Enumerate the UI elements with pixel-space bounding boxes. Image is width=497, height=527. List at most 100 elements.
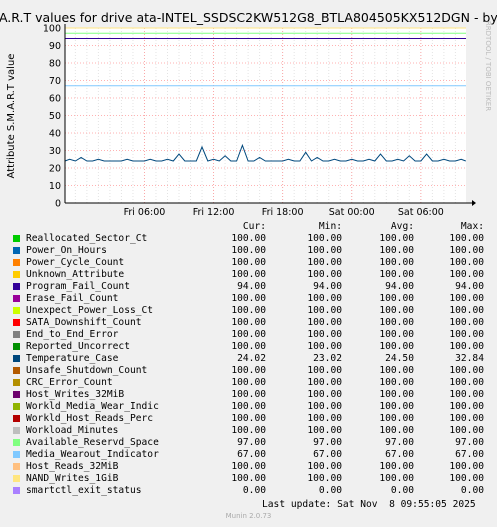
legend-name: Power_On_Hours xyxy=(26,245,107,256)
legend-min: 100.00 xyxy=(307,233,342,244)
legend-min: 100.00 xyxy=(307,413,342,424)
legend-name: Unexpect_Power_Loss_Ct xyxy=(26,305,154,316)
legend-max: 67.00 xyxy=(455,449,484,460)
legend-cur: 100.00 xyxy=(231,389,266,400)
legend-avg: 100.00 xyxy=(379,317,414,328)
legend-max: 100.00 xyxy=(449,341,484,352)
legend-max: 100.00 xyxy=(449,425,484,436)
legend-min: 100.00 xyxy=(307,377,342,388)
legend-max: 32.84 xyxy=(455,353,484,364)
legend-cur: 100.00 xyxy=(231,269,266,280)
legend-cur: 24.02 xyxy=(237,353,266,364)
legend-swatch xyxy=(13,450,20,458)
legend-avg: 97.00 xyxy=(385,437,414,448)
legend-cur: 100.00 xyxy=(231,305,266,316)
legend-swatch xyxy=(13,294,20,302)
legend-swatch xyxy=(13,366,20,374)
legend-row: CRC_Error_Count 100.00 100.00 100.00 100.00 xyxy=(10,377,484,389)
legend-max: 100.00 xyxy=(449,461,484,472)
y-tick-label: 50 xyxy=(49,111,61,122)
legend-swatch xyxy=(13,438,20,446)
legend-max: 100.00 xyxy=(449,305,484,316)
x-tick-label: Sat 00:00 xyxy=(329,207,375,215)
legend-min: 100.00 xyxy=(307,293,342,304)
legend-row: Host_Writes_32MiB 100.00 100.00 100.00 100.0… xyxy=(10,389,484,401)
legend-min: 100.00 xyxy=(307,401,342,412)
legend-swatch xyxy=(13,486,20,494)
legend-swatch xyxy=(13,342,20,350)
legend-row: Available_Reservd_Space 97.00 97.00 97.00 97… xyxy=(10,437,484,449)
legend-cur: 100.00 xyxy=(231,377,266,388)
legend-avg: 100.00 xyxy=(379,245,414,256)
legend-row: Erase_Fail_Count 100.00 100.00 100.00 100.00 xyxy=(10,293,484,305)
header-max: Max: xyxy=(460,221,484,232)
legend-max: 0.00 xyxy=(460,485,484,496)
legend-avg: 100.00 xyxy=(379,269,414,280)
legend-avg: 100.00 xyxy=(379,473,414,484)
legend-max: 100.00 xyxy=(449,329,484,340)
legend-row: Reallocated_Sector_Ct 100.00 100.00 100.00 1… xyxy=(10,233,484,245)
legend-row: Power_Cycle_Count 100.00 100.00 100.00 100.0… xyxy=(10,257,484,269)
rrdtool-watermark: RRDTOOL / TOBI OETIKER xyxy=(484,21,492,111)
x-tick-label: Fri 18:00 xyxy=(262,207,304,215)
legend-cur: 100.00 xyxy=(231,461,266,472)
y-axis-label: Attribute S.M.A.R.T value xyxy=(6,54,17,179)
legend-name: Workld_Media_Wear_Indic xyxy=(26,401,159,412)
y-tick-label: 70 xyxy=(49,76,61,87)
legend-min: 100.00 xyxy=(307,473,342,484)
legend-min: 67.00 xyxy=(313,449,342,460)
legend-max: 100.00 xyxy=(449,401,484,412)
legend-max: 100.00 xyxy=(449,413,484,424)
legend-avg: 100.00 xyxy=(379,413,414,424)
legend-swatch xyxy=(13,426,20,434)
legend-swatch xyxy=(13,390,20,398)
x-tick-labels: Fri 06:00 Fri 12:00 Fri 18:00 Sat 00:00 Sat … xyxy=(124,207,444,215)
legend-max: 100.00 xyxy=(449,233,484,244)
legend-swatch xyxy=(13,318,20,326)
legend-avg: 100.00 xyxy=(379,293,414,304)
legend-max: 100.00 xyxy=(449,257,484,268)
legend-cur: 100.00 xyxy=(231,401,266,412)
legend-avg: 100.00 xyxy=(379,425,414,436)
legend-name: Reallocated_Sector_Ct xyxy=(26,233,148,244)
legend-min: 100.00 xyxy=(307,245,342,256)
last-update: Last update: Sat Nov 8 09:55:05 2025 xyxy=(262,499,476,510)
legend-avg: 100.00 xyxy=(379,329,414,340)
legend-cur: 100.00 xyxy=(231,329,266,340)
legend-avg: 100.00 xyxy=(379,389,414,400)
header-min: Min: xyxy=(318,221,342,232)
legend-min: 100.00 xyxy=(307,317,342,328)
legend-swatch xyxy=(13,270,20,278)
legend-row: smartctl_exit_status 0.00 0.00 0.00 0.00 xyxy=(10,485,484,497)
legend-cur: 100.00 xyxy=(231,245,266,256)
header-avg: Avg: xyxy=(390,221,414,232)
legend-swatch xyxy=(13,462,20,470)
legend-name: Workld_Host_Reads_Perc xyxy=(26,413,154,424)
legend-max: 100.00 xyxy=(449,365,484,376)
y-tick-label: 80 xyxy=(49,59,61,70)
legend-name: Program_Fail_Count xyxy=(26,281,130,292)
legend-avg: 100.00 xyxy=(379,257,414,268)
legend-name: Host_Writes_32MiB xyxy=(26,389,125,400)
legend-avg: 100.00 xyxy=(379,233,414,244)
legend-name: Erase_Fail_Count xyxy=(26,293,119,304)
chart-title: S.M.A.R.T values for drive ata-INTEL_SSD… xyxy=(0,10,497,25)
legend-min: 100.00 xyxy=(307,461,342,472)
legend-row: Workload_Minutes 100.00 100.00 100.00 100.00 xyxy=(10,425,484,437)
legend-row: Reported_Uncorrect 100.00 100.00 100.00 100.… xyxy=(10,341,484,353)
legend-max: 100.00 xyxy=(449,377,484,388)
legend-cur: 100.00 xyxy=(231,257,266,268)
legend-max: 100.00 xyxy=(449,245,484,256)
legend-row: Unexpect_Power_Loss_Ct 100.00 100.00 100.00… xyxy=(10,305,484,317)
legend-row: SATA_Downshift_Count 100.00 100.00 100.00 10… xyxy=(10,317,484,329)
y-tick-label: 40 xyxy=(49,129,61,140)
legend-min: 100.00 xyxy=(307,365,342,376)
legend-row: Unknown_Attribute 100.00 100.00 100.00 100.0… xyxy=(10,269,484,281)
legend-name: Power_Cycle_Count xyxy=(26,257,125,268)
legend-row: Program_Fail_Count 94.00 94.00 94.00 94.00 xyxy=(10,281,484,293)
legend-avg: 94.00 xyxy=(385,281,414,292)
legend-name: Temperature_Case xyxy=(26,353,119,364)
legend-name: Host_Reads_32MiB xyxy=(26,461,119,472)
legend-max: 100.00 xyxy=(449,317,484,328)
legend-swatch xyxy=(13,234,20,242)
